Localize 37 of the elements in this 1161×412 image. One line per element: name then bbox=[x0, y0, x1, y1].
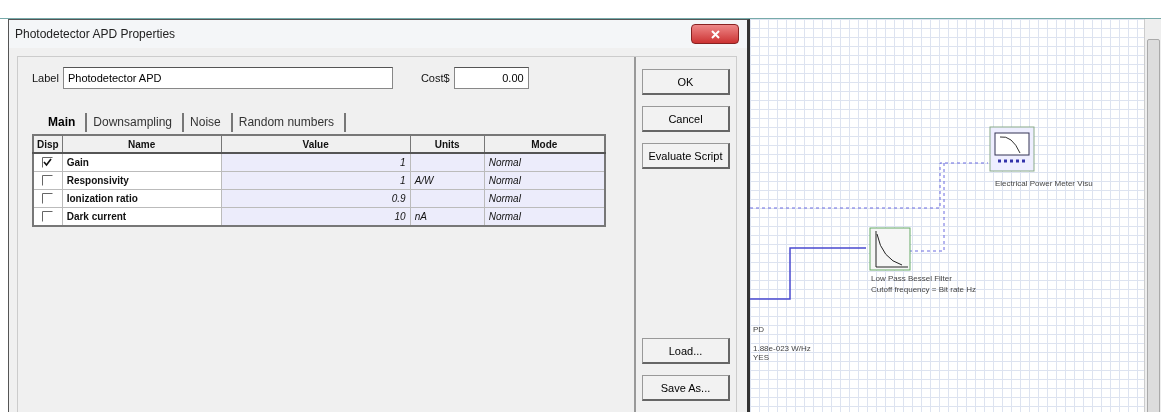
column-header: Value bbox=[221, 135, 411, 153]
dialog-button[interactable]: OK bbox=[642, 69, 730, 95]
label-field[interactable]: Photodetector APD bbox=[62, 67, 393, 89]
component-parameter: PD bbox=[753, 325, 765, 334]
checkbox[interactable] bbox=[42, 175, 54, 187]
component-parameter: 1.88e-023 W/Hz bbox=[753, 344, 811, 353]
column-header: Mode bbox=[484, 135, 605, 153]
component-parameter: YES bbox=[753, 353, 769, 362]
window-title: Photodetector APD Properties bbox=[15, 27, 176, 41]
tab[interactable]: Noise bbox=[184, 113, 233, 132]
table-cell: Ionization ratio bbox=[62, 189, 222, 208]
close-button[interactable] bbox=[691, 24, 739, 44]
scrollbar-thumb[interactable] bbox=[1146, 39, 1160, 412]
checkbox[interactable] bbox=[42, 211, 54, 223]
filter-icon bbox=[869, 227, 911, 271]
checkbox[interactable] bbox=[42, 193, 54, 205]
dialog-button[interactable]: Save As... bbox=[642, 375, 730, 401]
component-parameter: Cutoff frequency = Bit rate Hz bbox=[871, 285, 976, 294]
column-header: Units bbox=[410, 135, 485, 153]
power-meter-icon bbox=[989, 126, 1035, 172]
component-label: Electrical Power Meter Visu bbox=[995, 179, 1093, 188]
tab[interactable]: Downsampling bbox=[87, 113, 185, 132]
close-icon bbox=[710, 29, 720, 39]
dialog-button[interactable]: Load... bbox=[642, 338, 730, 364]
table-cell: Gain bbox=[62, 153, 222, 172]
cost-caption: Cost$ bbox=[420, 72, 450, 84]
component-label: Low Pass Bessel Filter bbox=[871, 274, 952, 283]
tab[interactable]: Random numbers bbox=[232, 113, 347, 132]
label-caption: Label bbox=[32, 72, 59, 84]
dialog-button[interactable]: Cancel bbox=[642, 106, 730, 132]
tab[interactable]: Main bbox=[42, 113, 88, 132]
checkbox[interactable] bbox=[42, 157, 54, 169]
cost-field[interactable]: 0.00 bbox=[453, 67, 529, 89]
column-header: Disp bbox=[33, 135, 63, 153]
table-cell: Responsivity bbox=[62, 171, 222, 190]
column-header: Name bbox=[62, 135, 222, 153]
dialog-button[interactable]: Evaluate Script bbox=[642, 143, 730, 169]
